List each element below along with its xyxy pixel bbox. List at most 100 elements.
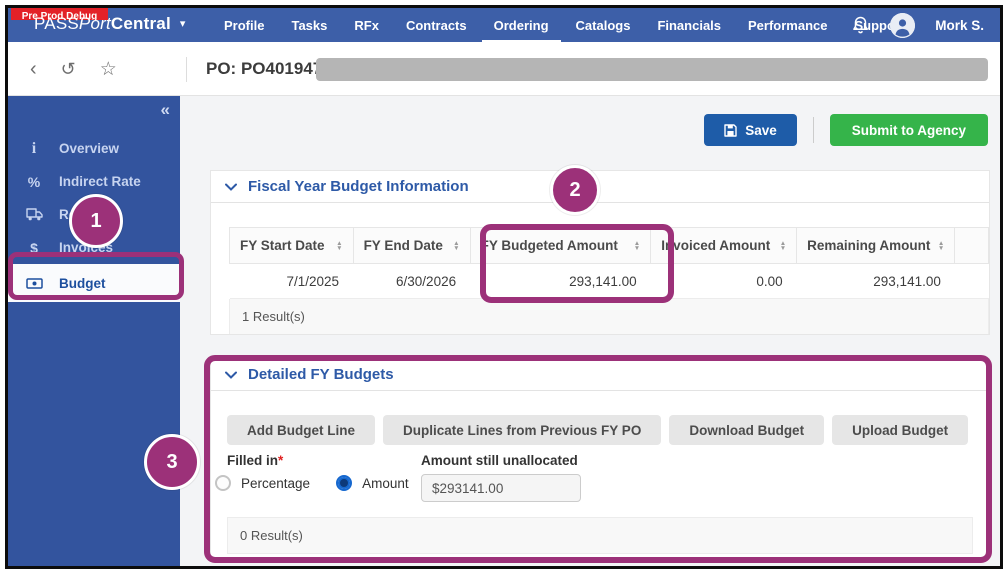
upload-budget-button[interactable]: Upload Budget [832,415,969,445]
column-header-remaining-amount: Remaining Amount ▲ ▼ [796,227,956,264]
save-label: Save [745,122,777,138]
dollar-icon: $ [30,239,38,256]
sidebar-menu: i Overview % Indirect Rate Receipts $ In… [8,132,180,302]
cell-clipped [954,263,989,299]
cell-invoiced-amount: 0.00 [650,263,797,299]
divider [812,117,814,143]
sort-icon[interactable]: ▲ ▼ [634,240,640,252]
column-header-fy-budgeted-amount: FY Budgeted Amount ▲ ▼ [469,227,652,264]
save-button[interactable]: Save [704,114,797,146]
unallocated-field: Amount still unallocated [421,453,581,502]
budget-actions: Add Budget Line Duplicate Lines from Pre… [227,415,989,445]
chevron-down-icon[interactable]: ▾ [180,18,186,30]
nav-item-tasks[interactable]: Tasks [291,18,327,33]
sort-icon[interactable]: ▲ ▼ [780,240,786,252]
chevron-down-icon [225,371,237,379]
results-count: 1 Result(s) [229,299,989,334]
section-title: Detailed FY Budgets [248,366,394,383]
add-budget-line-button[interactable]: Add Budget Line [227,415,375,445]
column-header-fy-start-date: FY Start Date ▲ ▼ [229,227,354,264]
sort-icon[interactable]: ▲ ▼ [453,240,459,252]
table-row[interactable]: 7/1/2025 6/30/2026 293,141.00 0.00 293,1… [229,263,989,299]
sidebar-item-receipts[interactable]: Receipts [8,198,180,231]
nav-item-contracts[interactable]: Contracts [406,18,467,33]
history-icon[interactable]: ↺ [61,60,76,78]
cell-fy-end-date: 6/30/2026 [353,263,471,299]
unallocated-label: Amount still unallocated [421,453,578,468]
person-icon [890,12,916,38]
user-name[interactable]: Mork S. [935,18,984,33]
sidebar-item-invoices[interactable]: $ Invoices [8,231,180,264]
sidebar-item-label: Receipts [59,207,116,222]
cell-remaining-amount: 293,141.00 [796,263,955,299]
sidebar: « i Overview % Indirect Rate Receipts $ … [8,96,180,566]
cell-fy-start-date: 7/1/2025 [229,263,354,299]
nav-item-rfx[interactable]: RFx [354,18,379,33]
percentage-radio[interactable] [215,475,231,491]
section-title: Fiscal Year Budget Information [248,178,469,195]
filled-in-radio-group: Percentage Amount [215,475,425,491]
nav-item-ordering[interactable]: Ordering [481,18,561,44]
submit-to-agency-button[interactable]: Submit to Agency [829,114,988,146]
detailed-fy-budgets-section: Detailed FY Budgets Add Budget Line Dupl… [210,358,990,558]
sidebar-item-label: Indirect Rate [59,174,141,189]
sort-icon[interactable]: ▲ ▼ [336,240,342,252]
amount-radio[interactable] [336,475,353,491]
page-actions: Save Submit to Agency [704,114,988,146]
percent-icon: % [27,173,41,190]
back-icon[interactable]: ‹ [30,59,37,79]
po-header-row: ‹ ↺ ☆ PO: PO401947 [8,42,1000,96]
unallocated-amount-input[interactable] [421,474,581,502]
app-window: Pre Prod Debug PASSPortCentral ▾ Profile … [5,5,1003,569]
nav-item-performance[interactable]: Performance [748,18,827,33]
logo-part2: Port [78,14,111,33]
budget-form: Filled in* Percentage Amount Amount stil… [215,453,989,505]
app-logo[interactable]: PASSPortCentral ▾ [34,14,186,34]
nav-menu: Profile Tasks RFx Contracts Ordering Cat… [224,8,904,44]
sidebar-item-label: Overview [59,141,120,156]
cell-fy-budgeted-amount: 293,141.00 [470,263,651,299]
info-icon: i [31,139,37,157]
logo-part1: PASS [34,14,79,33]
favorite-star-icon[interactable]: ☆ [100,60,117,79]
percentage-radio-label[interactable]: Percentage [241,476,310,491]
redacted-title-bar [316,58,988,81]
nav-right-cluster: Mork S. [852,8,984,42]
page-title: PO: PO401947 [206,59,323,78]
detailed-section-header[interactable]: Detailed FY Budgets [211,359,989,391]
filled-in-label: Filled in* [227,453,284,468]
column-header-clipped [954,227,989,264]
top-navbar: Pre Prod Debug PASSPortCentral ▾ Profile … [8,8,1000,44]
sidebar-item-label: Invoices [59,240,114,255]
duplicate-lines-button[interactable]: Duplicate Lines from Previous FY PO [383,415,662,445]
column-header-invoiced-amount: Invoiced Amount ▲ ▼ [650,227,798,264]
po-toolbar: ‹ ↺ ☆ [30,42,117,96]
nav-item-catalogs[interactable]: Catalogs [576,18,631,33]
page-body: « i Overview % Indirect Rate Receipts $ … [8,96,1000,566]
sort-icon[interactable]: ▲ ▼ [938,240,944,252]
sidebar-item-indirect-rate[interactable]: % Indirect Rate [8,165,180,198]
logo-part3: Central [110,14,171,33]
main-content: Save Submit to Agency Fiscal Year Budget… [180,96,1000,566]
sidebar-item-overview[interactable]: i Overview [8,132,180,165]
required-marker: * [278,453,284,468]
chevron-down-icon [225,183,237,191]
fiscal-year-budget-section: Fiscal Year Budget Information FY Start … [210,170,990,335]
notifications-bell-icon[interactable] [852,15,870,35]
banknote-icon [24,277,44,289]
sidebar-item-budget[interactable]: Budget [8,264,180,302]
truck-icon [24,208,44,221]
nav-item-financials[interactable]: Financials [657,18,721,33]
amount-radio-label[interactable]: Amount [362,476,409,491]
download-budget-button[interactable]: Download Budget [669,415,825,445]
sidebar-item-label: Budget [59,275,106,291]
fiscal-year-table: FY Start Date ▲ ▼ FY End Date ▲ ▼ FY Budgete… [229,227,989,299]
floppy-disk-icon [724,123,737,137]
nav-item-profile[interactable]: Profile [224,18,264,33]
fiscal-year-section-header[interactable]: Fiscal Year Budget Information [211,171,989,203]
divider [186,57,187,82]
sidebar-collapse-icon[interactable]: « [161,100,170,120]
user-avatar[interactable] [890,12,916,38]
results-count: 0 Result(s) [227,517,973,554]
column-header-fy-end-date: FY End Date ▲ ▼ [352,227,471,264]
